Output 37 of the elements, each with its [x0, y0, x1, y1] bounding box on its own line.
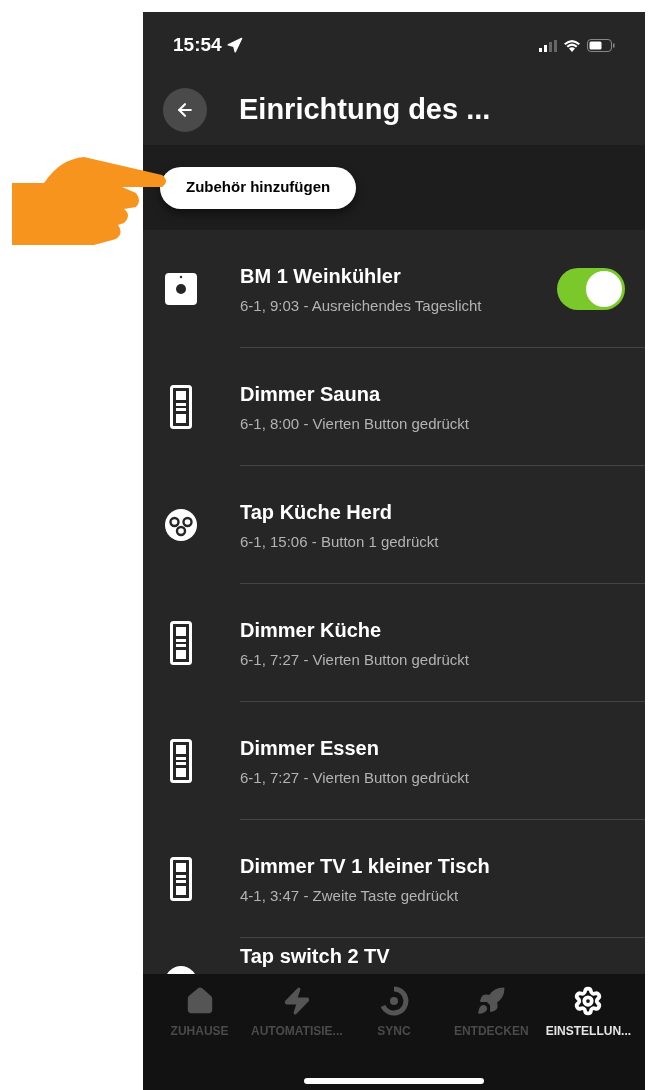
accessory-status: 6-1, 15:06 - Button 1 gedrückt: [240, 531, 440, 552]
sync-icon: [379, 986, 409, 1016]
accessory-name: Dimmer TV 1 kleiner Tisch: [240, 853, 491, 879]
accessory-status: 6-1, 7:27 - Vierten Button gedrückt: [240, 767, 471, 788]
accessory-status: 4-1, 3:47 - Zweite Taste gedrückt: [240, 885, 460, 906]
back-arrow-icon: [175, 100, 195, 120]
dimmer-switch-icon: [170, 621, 192, 665]
back-button[interactable]: [163, 88, 207, 132]
tab-bar-item[interactable]: ENTDECKEN: [442, 986, 540, 1040]
tab-bar-item[interactable]: AUTOMATISIE...: [248, 986, 346, 1040]
signal-icon: [539, 39, 557, 52]
accessory-name: BM 1 Weinkühler: [240, 263, 402, 289]
location-arrow-icon: [225, 37, 243, 54]
dimmer-switch-icon: [170, 857, 192, 901]
dimmer-switch-icon: [170, 739, 192, 783]
page-title: Einrichtung des ...: [239, 92, 491, 128]
tab-bar-item[interactable]: SYNC: [345, 986, 443, 1040]
accessory-status: 6-1, 8:00 - Vierten Button gedrückt: [240, 413, 471, 434]
accessory-name: Dimmer Sauna: [240, 381, 382, 407]
tab-bar-item[interactable]: EINSTELLUN...: [539, 986, 637, 1040]
tab-bar-item[interactable]: ZUHAUSE: [151, 986, 249, 1040]
accessory-name: Dimmer Küche: [240, 617, 383, 643]
accessory-name: Tap Küche Herd: [240, 499, 393, 525]
accessory-name: Dimmer Essen: [240, 735, 380, 761]
dimmer-switch-icon: [170, 385, 192, 429]
settings-icon: [573, 986, 604, 1016]
wifi-icon: [563, 39, 581, 52]
tap-switch-icon: [165, 509, 197, 541]
toggle-switch[interactable]: [557, 268, 625, 310]
rocket-icon: [476, 986, 507, 1016]
motion-sensor-icon: [165, 273, 197, 305]
add-accessory-button[interactable]: Zubehör hinzufügen: [160, 166, 357, 209]
accessory-status: 6-1, 7:27 - Vierten Button gedrückt: [240, 649, 471, 670]
status-time: 15:54: [173, 33, 222, 58]
accessory-status: 6-1, 9:03 - Ausreichendes Tageslicht: [240, 295, 483, 316]
battery-icon: [587, 39, 615, 52]
accessory-name: Tap switch 2 TV: [240, 944, 390, 969]
